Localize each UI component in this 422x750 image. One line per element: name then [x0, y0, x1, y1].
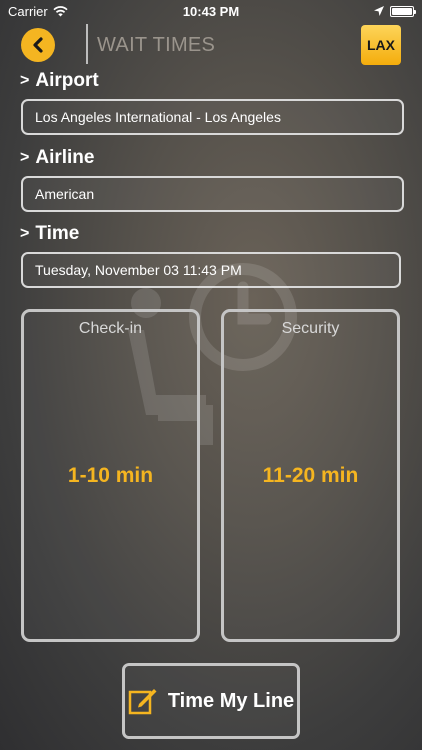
- location-arrow-icon: [374, 6, 384, 16]
- airport-field[interactable]: Los Angeles International - Los Angeles: [21, 99, 404, 135]
- time-my-line-label: Time My Line: [167, 689, 295, 712]
- airport-label: Airport: [35, 70, 99, 91]
- back-arrow-icon: [33, 37, 43, 53]
- security-card: Security 11-20 min: [221, 309, 400, 642]
- chevron-right-icon: >: [20, 225, 30, 242]
- checkin-title: Check-in: [78, 320, 143, 337]
- page-title: WAIT TIMES: [97, 34, 216, 56]
- checkin-wait-value: 1-10 min: [67, 464, 154, 487]
- time-label: Time: [35, 223, 80, 244]
- wifi-icon: [53, 5, 68, 16]
- airline-section-label: > Airline: [20, 147, 94, 169]
- airline-field[interactable]: American: [21, 176, 404, 212]
- chevron-right-icon: >: [20, 149, 30, 166]
- status-bar: Carrier 10:43 PM: [0, 0, 422, 22]
- checkin-card: Check-in 1-10 min: [21, 309, 200, 642]
- header-divider: [86, 24, 88, 64]
- header: WAIT TIMES LAX: [0, 22, 422, 66]
- carrier-label: Carrier: [8, 3, 48, 19]
- edit-icon: [128, 689, 157, 715]
- battery-icon: [390, 5, 416, 17]
- security-wait-value: 11-20 min: [262, 464, 359, 487]
- battery-fill: [392, 7, 412, 15]
- time-section-label: > Time: [20, 223, 79, 245]
- airport-section-label: > Airport: [20, 70, 99, 92]
- chevron-right-icon: >: [20, 72, 30, 89]
- airline-label: Airline: [35, 147, 95, 168]
- back-button[interactable]: [21, 28, 55, 62]
- security-title: Security: [281, 320, 340, 337]
- time-my-line-button[interactable]: Time My Line: [122, 663, 300, 739]
- airport-code-badge[interactable]: LAX: [361, 25, 401, 65]
- status-left: Carrier: [8, 4, 68, 19]
- status-right: [374, 5, 416, 17]
